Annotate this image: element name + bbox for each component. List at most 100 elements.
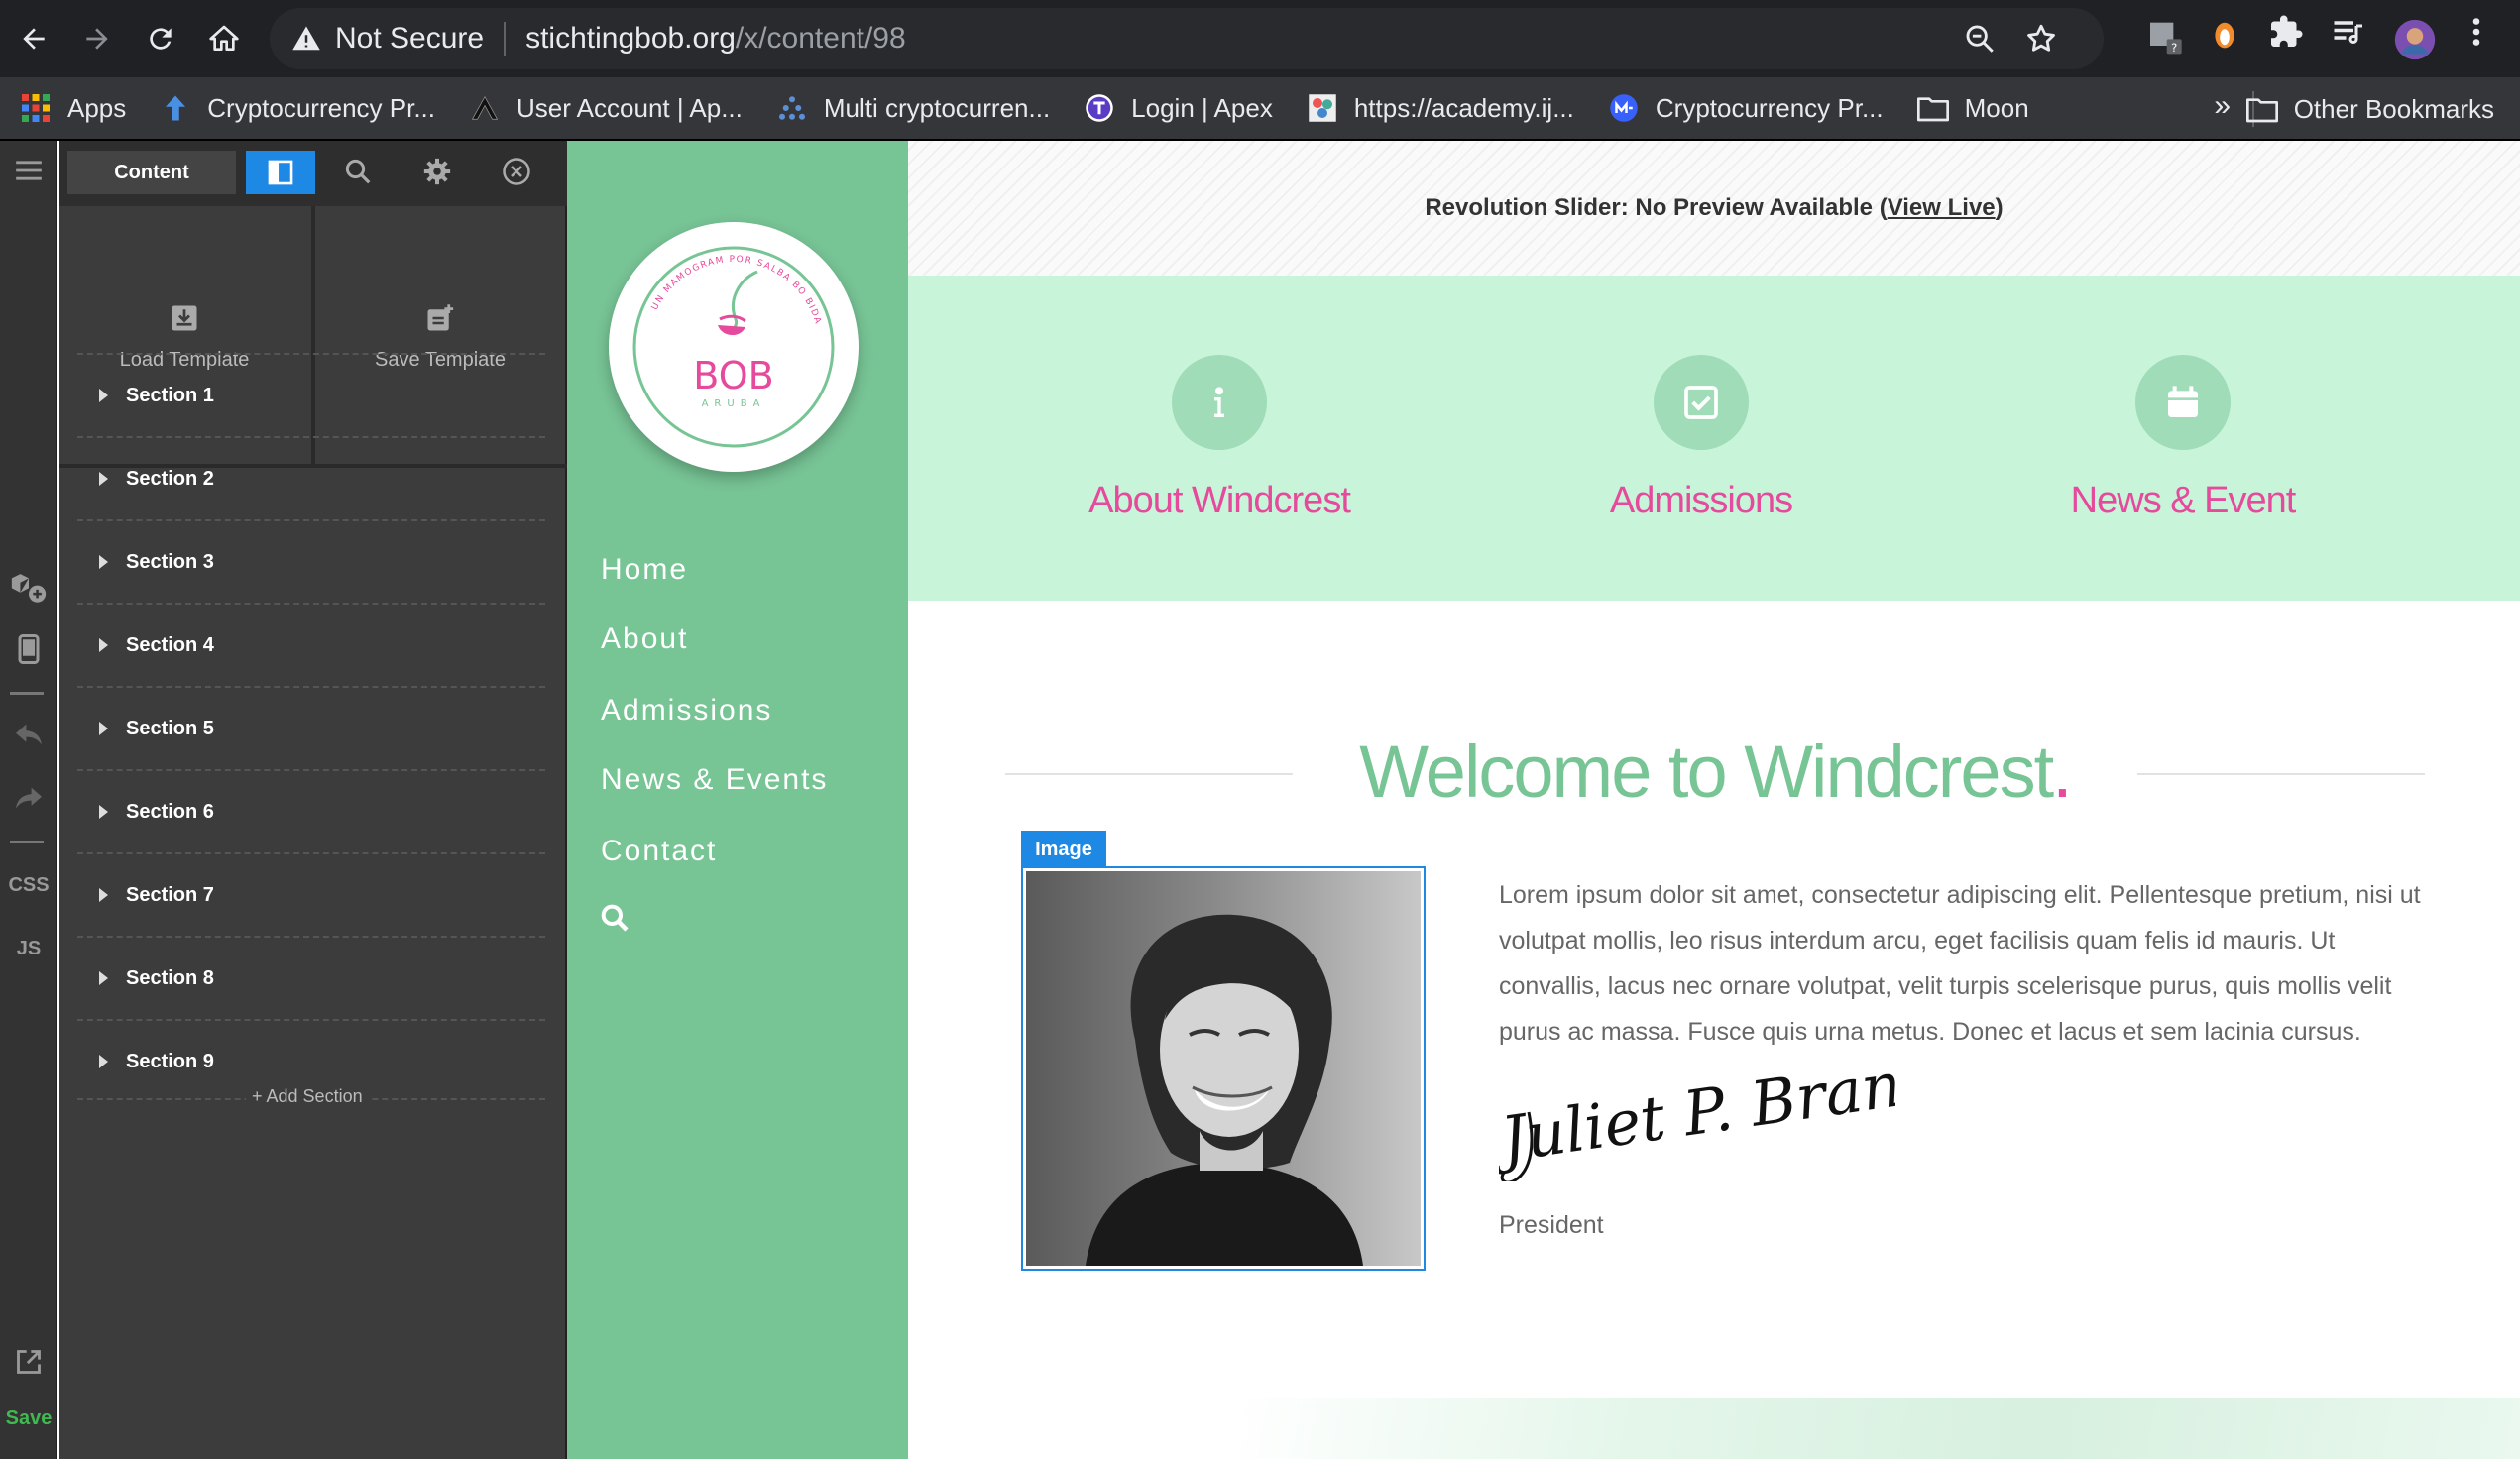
browser-menu-icon[interactable] xyxy=(2464,14,2488,50)
section-label: Section 3 xyxy=(126,550,214,573)
image-element-tag[interactable]: Image xyxy=(1021,831,1106,868)
feature-title: News & Event xyxy=(2070,480,2297,521)
save-button[interactable]: Save xyxy=(0,1407,57,1430)
mobile-preview-icon[interactable] xyxy=(8,634,50,664)
feature-title: About Windcrest xyxy=(1088,480,1351,521)
site-nav-home[interactable]: Home xyxy=(601,553,688,587)
extensions-puzzle-icon[interactable] xyxy=(2268,14,2304,50)
coinmarket-icon xyxy=(1608,92,1640,124)
section-row-1[interactable]: Section 1 xyxy=(77,353,545,436)
president-photo[interactable] xyxy=(1021,866,1426,1271)
expand-triangle-icon xyxy=(99,722,108,735)
bookmark-label: Cryptocurrency Pr... xyxy=(1655,92,1884,123)
hamburger-menu-icon[interactable] xyxy=(8,159,50,182)
view-live-link[interactable]: View Live xyxy=(1888,194,1996,222)
add-section-button[interactable]: + Add Section xyxy=(246,1086,369,1107)
feature-title: Admissions xyxy=(1609,480,1793,521)
undo-icon[interactable] xyxy=(8,722,50,747)
welcome-title: Welcome to Windcrest xyxy=(1359,730,2054,813)
welcome-heading: Welcome to Windcrest. xyxy=(1309,730,2121,814)
home-icon xyxy=(209,25,239,51)
redo-icon[interactable] xyxy=(8,785,50,811)
site-nav-news-events[interactable]: News & Events xyxy=(601,763,828,797)
slider-placeholder: Revolution Slider: No Preview Available … xyxy=(908,141,2520,276)
site-logo[interactable]: UN MAMOGRAM POR SALBA BO BIDA BOB ARUBA xyxy=(609,222,859,472)
tab-content[interactable]: Content xyxy=(67,151,236,194)
site-search-icon[interactable] xyxy=(599,902,630,934)
section-label: Section 5 xyxy=(126,717,214,739)
add-section-divider: + Add Section xyxy=(77,1086,545,1107)
home-button[interactable] xyxy=(192,7,256,70)
omnibox-divider xyxy=(504,22,507,56)
media-queue-icon[interactable] xyxy=(2330,14,2365,50)
browser-toolbar: Not Secure stichtingbob.org/x/content/98… xyxy=(0,0,2520,77)
bookmark-multi-cryptocurrency[interactable]: Multi cryptocurren... xyxy=(776,76,1050,140)
bookmark-apps[interactable]: Apps xyxy=(20,76,126,140)
signature-image: Juliet P. Brand xyxy=(1499,1072,1895,1181)
bookmark-login-apex[interactable]: Login | Apex xyxy=(1084,76,1273,140)
profile-avatar-icon[interactable] xyxy=(2393,18,2437,61)
site-nav-contact[interactable]: Contact xyxy=(601,835,717,868)
signature-text: Juliet P. Brand xyxy=(1499,1072,1895,1178)
fox-extension-icon[interactable] xyxy=(2209,14,2240,54)
site-nav-admissions[interactable]: Admissions xyxy=(601,694,772,728)
gear-icon[interactable] xyxy=(422,157,452,186)
section-label: Section 2 xyxy=(126,467,214,490)
close-circle-icon[interactable] xyxy=(502,157,531,186)
site-nav-about[interactable]: About xyxy=(601,622,688,656)
folder-icon xyxy=(2245,95,2278,123)
other-bookmarks-folder[interactable]: Other Bookmarks xyxy=(2245,77,2494,141)
section-label: Section 7 xyxy=(126,883,214,906)
feature-about[interactable]: About Windcrest xyxy=(1011,355,1428,522)
title-rule-right xyxy=(2137,773,2425,775)
calendar-icon xyxy=(2135,355,2231,450)
title-rule-left xyxy=(1005,773,1293,775)
forward-button[interactable] xyxy=(65,7,129,70)
section-label: Section 4 xyxy=(126,633,214,656)
section-row-7[interactable]: Section 7 xyxy=(77,852,545,936)
download-tray-icon xyxy=(172,305,197,330)
bookmark-cryptocurrency-1[interactable]: Cryptocurrency Pr... xyxy=(160,76,435,140)
section-row-4[interactable]: Section 4 xyxy=(77,603,545,686)
bookmark-label: Moon xyxy=(1964,92,2029,123)
section-row-3[interactable]: Section 3 xyxy=(77,519,545,603)
zoom-icon[interactable] xyxy=(1963,22,1997,56)
search-icon[interactable] xyxy=(343,157,373,186)
css-button[interactable]: CSS xyxy=(0,874,57,897)
bookmarks-bar: Apps Cryptocurrency Pr... User Account |… xyxy=(0,77,2520,141)
apex-logo-icon xyxy=(469,92,501,124)
feature-admissions[interactable]: Admissions xyxy=(1493,355,1909,522)
t-logo-icon xyxy=(1084,92,1115,124)
section-label: Section 9 xyxy=(126,1050,214,1072)
back-button[interactable] xyxy=(2,7,65,70)
js-button[interactable]: JS xyxy=(0,938,57,960)
bookmark-label: User Account | Ap... xyxy=(516,92,743,123)
bookmark-cryptocurrency-2[interactable]: Cryptocurrency Pr... xyxy=(1608,76,1884,140)
address-bar[interactable]: Not Secure stichtingbob.org/x/content/98 xyxy=(270,8,2104,69)
layout-panel-icon xyxy=(268,160,293,185)
bookmarks-overflow-button[interactable]: » xyxy=(2214,89,2231,123)
section-label: Section 6 xyxy=(126,800,214,823)
section-row-5[interactable]: Section 5 xyxy=(77,686,545,769)
section-label: Section 8 xyxy=(126,966,214,989)
bookmark-academy[interactable]: https://academy.ij... xyxy=(1307,76,1574,140)
feature-news-event[interactable]: News & Event xyxy=(1975,355,2391,522)
next-section-band xyxy=(908,1398,2520,1459)
bookmark-folder-moon[interactable]: Moon xyxy=(1916,76,2029,140)
section-row-6[interactable]: Section 6 xyxy=(77,769,545,852)
section-row-2[interactable]: Section 2 xyxy=(77,436,545,519)
extension-puzzle-badge-icon[interactable]: ? xyxy=(2145,14,2185,57)
security-label: Not Secure xyxy=(335,22,485,55)
tab-layout[interactable] xyxy=(246,151,315,194)
apps-grid-icon xyxy=(20,92,52,124)
reload-button[interactable] xyxy=(129,7,192,70)
section-row-8[interactable]: Section 8 xyxy=(77,936,545,1019)
bookmark-star-icon[interactable] xyxy=(2024,22,2058,56)
photo-placeholder xyxy=(1026,871,1421,1266)
open-external-icon[interactable] xyxy=(8,1348,50,1376)
add-element-icon[interactable] xyxy=(8,569,50,605)
expand-triangle-icon xyxy=(99,472,108,486)
slider-note-prefix: Revolution Slider: No Preview Available … xyxy=(1425,194,1888,221)
bookmark-user-account[interactable]: User Account | Ap... xyxy=(469,76,743,140)
other-bookmarks-label: Other Bookmarks xyxy=(2293,93,2494,124)
